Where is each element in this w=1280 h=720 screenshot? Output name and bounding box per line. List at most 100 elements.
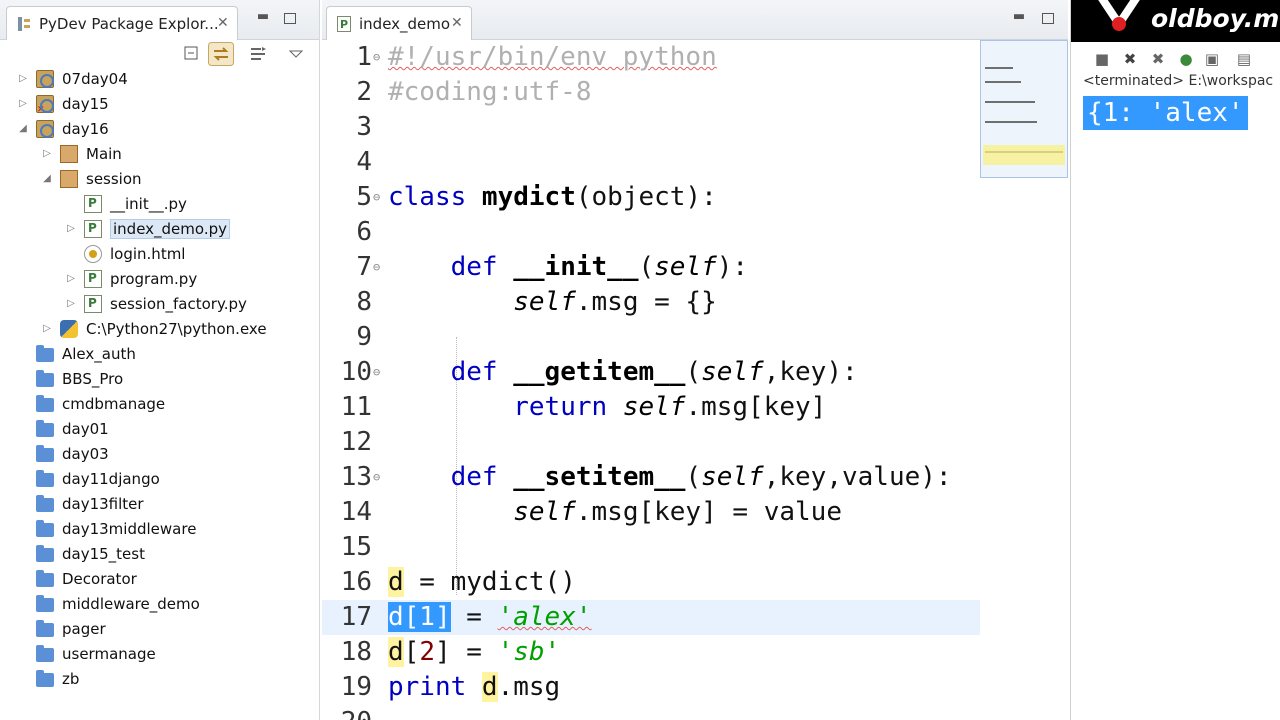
open-console-icon[interactable]: ▤ xyxy=(1235,50,1253,68)
folder-icon xyxy=(36,644,54,662)
code-line[interactable]: 16 d = mydict() xyxy=(322,565,980,600)
tree-item[interactable]: Decorator xyxy=(16,566,137,591)
tree-item[interactable]: pager xyxy=(16,616,106,641)
remove-launch-icon[interactable]: ✖ xyxy=(1121,50,1139,68)
maximize-icon[interactable] xyxy=(284,13,296,24)
code-line[interactable]: 5 ⊖ class mydict(object): xyxy=(322,180,980,215)
tree-item[interactable]: day11django xyxy=(16,466,160,491)
project-icon xyxy=(36,119,54,138)
code-line[interactable]: 10 ⊖ def __getitem__(self,key): xyxy=(322,355,980,390)
tree-item[interactable]: cmdbmanage xyxy=(16,391,165,416)
code-line[interactable]: 9 xyxy=(322,320,980,355)
python-file-icon: P xyxy=(337,16,351,32)
tree-item[interactable]: ▷ index_demo.py xyxy=(64,216,230,241)
maximize-icon[interactable] xyxy=(1042,13,1054,24)
code-line[interactable]: 13 ⊖ def __setitem__(self,key,value): xyxy=(322,460,980,495)
code-editor: P index_demo ✕ ▬ 1 ⊖ #!/usr/bin/env python… xyxy=(322,0,1068,720)
code-line[interactable]: 11 return self.msg[key] xyxy=(322,390,980,425)
code-text: d[1] = 'alex' xyxy=(388,600,592,635)
code-line[interactable]: 20 xyxy=(322,705,980,720)
collapse-all-icon[interactable] xyxy=(182,44,202,64)
expand-arrow-icon[interactable]: ▷ xyxy=(16,98,30,109)
tab-package-explorer[interactable]: PyDev Package Explor... ✕ xyxy=(6,6,238,40)
code-area[interactable]: 1 ⊖ #!/usr/bin/env python 2 #coding:utf-8 3 4 5… xyxy=(322,40,980,720)
tree-item[interactable]: ▷ Main xyxy=(40,141,122,166)
line-number: 13 xyxy=(340,462,372,492)
code-line[interactable]: 1 ⊖ #!/usr/bin/env python xyxy=(322,40,980,75)
overview-line xyxy=(985,151,1063,153)
tree-item[interactable]: ▷ session_factory.py xyxy=(64,291,247,316)
code-token: ,key): xyxy=(763,357,858,387)
tree-item[interactable]: Alex_auth xyxy=(16,341,136,366)
code-line[interactable]: 2 #coding:utf-8 xyxy=(322,75,980,110)
tree-item[interactable]: day13middleware xyxy=(16,516,196,541)
tree-item[interactable]: BBS_Pro xyxy=(16,366,123,391)
tree-item[interactable]: day01 xyxy=(16,416,109,441)
tree-item[interactable]: ▷ C:\Python27\python.exe xyxy=(40,316,267,341)
expand-arrow-icon[interactable]: ▷ xyxy=(40,323,54,334)
link-with-editor-icon[interactable] xyxy=(208,42,234,66)
code-line[interactable]: 18 d[2] = 'sb' xyxy=(322,635,980,670)
fold-toggle-icon[interactable]: ⊖ xyxy=(373,180,380,215)
tab-index-demo[interactable]: P index_demo ✕ xyxy=(326,6,472,40)
tree-item[interactable]: __init__.py xyxy=(64,191,187,216)
editor-overview-ruler[interactable] xyxy=(980,40,1068,178)
fold-toggle-icon[interactable]: ⊖ xyxy=(373,355,380,390)
fold-toggle-icon[interactable]: ⊖ xyxy=(373,460,380,495)
filter-icon[interactable] xyxy=(248,44,268,64)
minimize-icon[interactable]: ▬ xyxy=(1012,10,1026,24)
expand-arrow-icon[interactable]: ▷ xyxy=(64,223,78,234)
code-line[interactable]: 19 print d.msg xyxy=(322,670,980,705)
tree-item[interactable]: ▷ 07day04 xyxy=(16,66,128,91)
code-line[interactable]: 14 self.msg[key] = value xyxy=(322,495,980,530)
console-output[interactable]: {1: 'alex' xyxy=(1083,96,1248,130)
tree-item-label: day01 xyxy=(62,419,109,438)
view-menu-icon[interactable] xyxy=(286,44,306,64)
fold-toggle-icon[interactable]: ⊖ xyxy=(373,40,380,75)
code-line[interactable]: 6 xyxy=(322,215,980,250)
tree-item[interactable]: day03 xyxy=(16,441,109,466)
code-line[interactable]: 17 d[1] = 'alex' xyxy=(322,600,980,635)
tree-item-label: program.py xyxy=(110,269,198,288)
close-icon[interactable]: ✕ xyxy=(217,15,229,31)
tree-item[interactable]: login.html xyxy=(64,241,185,266)
tree-item[interactable]: zb xyxy=(16,666,79,691)
code-line[interactable]: 15 xyxy=(322,530,980,565)
expand-arrow-icon[interactable]: ▷ xyxy=(16,73,30,84)
code-line[interactable]: 4 xyxy=(322,145,980,180)
tree-item[interactable]: usermanage xyxy=(16,641,156,666)
expand-arrow-icon[interactable]: ◢ xyxy=(40,173,54,184)
fold-toggle-icon[interactable]: ⊖ xyxy=(373,250,380,285)
line-number: 8 xyxy=(356,287,372,317)
tree-item[interactable]: ▷ day15 xyxy=(16,91,109,116)
tree-item[interactable]: ▷ program.py xyxy=(64,266,197,291)
code-token: return xyxy=(513,392,623,422)
pin-console-icon[interactable]: ● xyxy=(1177,50,1195,68)
code-text: return self.msg[key] xyxy=(388,390,826,425)
tree-item[interactable]: middleware_demo xyxy=(16,591,200,616)
remove-all-icon[interactable]: ✖ xyxy=(1149,50,1167,68)
tree-item[interactable]: ◢ day16 xyxy=(16,116,109,141)
terminate-icon[interactable]: ■ xyxy=(1093,50,1111,68)
code-line[interactable]: 3 xyxy=(322,110,980,145)
code-line[interactable]: 8 self.msg = {} xyxy=(322,285,980,320)
code-text: class mydict(object): xyxy=(388,180,717,215)
tree-item[interactable]: ◢ session xyxy=(40,166,142,191)
code-token: mydict xyxy=(481,182,576,212)
minimize-icon[interactable]: ▬ xyxy=(256,10,270,24)
display-console-icon[interactable]: ▣ xyxy=(1203,50,1221,68)
line-number: 6 xyxy=(356,217,372,247)
expand-arrow-icon[interactable]: ▷ xyxy=(64,273,78,284)
svg-text:P: P xyxy=(340,18,348,31)
code-line[interactable]: 12 xyxy=(322,425,980,460)
tree-item-label: C:\Python27\python.exe xyxy=(86,319,267,338)
expand-arrow-icon[interactable]: ◢ xyxy=(16,123,30,134)
tree-item[interactable]: day15_test xyxy=(16,541,145,566)
close-icon[interactable]: ✕ xyxy=(451,15,463,31)
expand-arrow-icon[interactable]: ▷ xyxy=(40,148,54,159)
code-line[interactable]: 7 ⊖ def __init__(self): xyxy=(322,250,980,285)
expand-arrow-icon[interactable]: ▷ xyxy=(64,298,78,309)
tree-item[interactable]: day13filter xyxy=(16,491,144,516)
tree-item-label: day03 xyxy=(62,444,109,463)
